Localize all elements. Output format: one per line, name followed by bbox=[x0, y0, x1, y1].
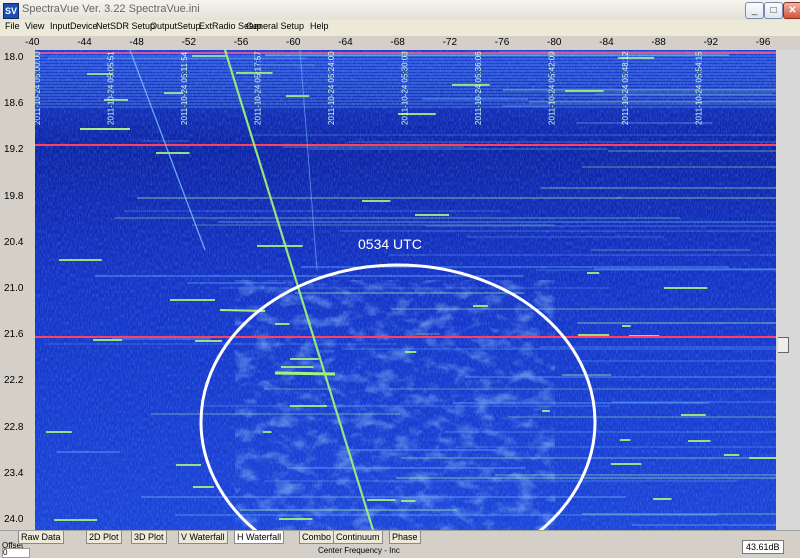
timestamp-label: 2011-10-24 05:42:09 bbox=[548, 51, 557, 125]
menu-general-setup[interactable]: General Setup bbox=[246, 21, 304, 31]
timestamp-label: 2011-10-24 05:11:54 bbox=[180, 51, 189, 125]
tab-2d-plot[interactable]: 2D Plot bbox=[86, 531, 122, 544]
tab-v-waterfall[interactable]: V Waterfall bbox=[178, 531, 228, 544]
y-tick-label: 23.4 bbox=[4, 467, 24, 479]
timestamp-label: 2011-10-24 05:54:15 bbox=[695, 51, 704, 125]
x-tick-label: -68 bbox=[390, 37, 405, 48]
y-tick-label: 18.6 bbox=[4, 98, 24, 110]
x-tick-label: -44 bbox=[77, 37, 92, 48]
y-tick-label: 22.2 bbox=[4, 375, 24, 387]
y-tick-label: 19.8 bbox=[4, 190, 24, 202]
annotation-label: 0534 UTC bbox=[358, 236, 422, 252]
x-tick-label: -84 bbox=[599, 37, 614, 48]
db-readout: 43.61dB bbox=[742, 540, 784, 554]
view-tabs: Offset 0 Center Frequency - Inc 43.61dB … bbox=[0, 530, 800, 558]
y-tick-label: 24.0 bbox=[4, 514, 24, 525]
x-tick-label: -80 bbox=[547, 37, 562, 48]
timestamp-label: 2011-10-24 05:17:57 bbox=[254, 51, 263, 125]
minimize-button[interactable]: _ bbox=[745, 2, 764, 19]
x-tick-label: -56 bbox=[233, 37, 249, 48]
x-tick-label: -40 bbox=[25, 37, 40, 48]
timestamp-label: 2011-10-24 05:36:06 bbox=[474, 51, 483, 125]
title-bar: SV SpectraVue Ver. 3.22 SpectraVue.ini _… bbox=[0, 0, 800, 21]
tab-raw-data[interactable]: Raw Data bbox=[18, 531, 64, 544]
tab-3d-plot[interactable]: 3D Plot bbox=[131, 531, 167, 544]
tab-continuum[interactable]: Continuum bbox=[333, 531, 383, 544]
x-tick-label: -60 bbox=[286, 37, 301, 48]
timestamp-label: 2011-10-24 05:30:03 bbox=[401, 51, 410, 125]
y-tick-label: 18.0 bbox=[4, 52, 24, 63]
menu-help[interactable]: Help bbox=[310, 21, 329, 31]
close-button[interactable]: ✕ bbox=[783, 2, 800, 19]
x-tick-label: -96 bbox=[755, 37, 771, 48]
scroll-thumb[interactable] bbox=[778, 337, 789, 353]
waterfall-display[interactable]: 2011-10-24 05:00:00 2011-10-24 05:05:51 20… bbox=[35, 50, 776, 530]
y-tick-label: 19.2 bbox=[4, 144, 24, 156]
y-tick-label: 22.8 bbox=[4, 421, 24, 433]
x-tick-label: -92 bbox=[703, 37, 719, 48]
y-tick-label: 20.4 bbox=[4, 236, 24, 248]
menu-outputsetup[interactable]: OutputSetup bbox=[150, 21, 201, 31]
menu-file[interactable]: File bbox=[5, 21, 20, 31]
timestamp-label: 2011-10-24 05:48:12 bbox=[621, 51, 630, 125]
tab-combo[interactable]: Combo bbox=[299, 531, 335, 544]
center-frequency-label: Center Frequency - Inc bbox=[318, 546, 400, 555]
frequency-axis: -40 -44 -48 -52 -56 -60 -64 -68 -72 -76 -80 -84 -88 -… bbox=[0, 36, 800, 50]
menu-netsdr-setup[interactable]: NetSDR Setup bbox=[96, 21, 155, 31]
x-tick-label: -76 bbox=[494, 37, 510, 48]
y-tick-label: 21.6 bbox=[4, 329, 24, 341]
menu-inputdevice[interactable]: InputDevice bbox=[50, 21, 98, 31]
timestamp-label: 2011-10-24 05:05:51 bbox=[107, 51, 116, 125]
timestamp-label: 2011-10-24 05:24:00 bbox=[327, 51, 336, 125]
offset-input[interactable]: 0 bbox=[2, 548, 30, 558]
window-title: SpectraVue Ver. 3.22 SpectraVue.ini bbox=[22, 3, 200, 15]
time-axis: 18.0 18.6 19.2 19.8 20.4 21.0 21.6 22.2 22.8 23.4… bbox=[0, 50, 35, 530]
menu-bar: File View InputDevice NetSDR Setup OutputSet… bbox=[0, 20, 800, 36]
timestamp-label: 2011-10-24 05:00:00 bbox=[35, 51, 42, 125]
maximize-button[interactable]: □ bbox=[764, 2, 783, 19]
x-tick-label: -48 bbox=[129, 37, 144, 48]
menu-view[interactable]: View bbox=[25, 21, 44, 31]
tab-h-waterfall[interactable]: H Waterfall bbox=[234, 531, 285, 544]
y-tick-label: 21.0 bbox=[4, 283, 24, 294]
x-tick-label: -52 bbox=[181, 37, 197, 48]
x-tick-label: -64 bbox=[338, 37, 353, 48]
tab-phase[interactable]: Phase bbox=[389, 531, 421, 544]
vertical-scrollbar[interactable] bbox=[776, 50, 800, 530]
app-icon: SV bbox=[3, 3, 19, 19]
x-tick-label: -72 bbox=[442, 37, 458, 48]
x-tick-label: -88 bbox=[651, 37, 666, 48]
